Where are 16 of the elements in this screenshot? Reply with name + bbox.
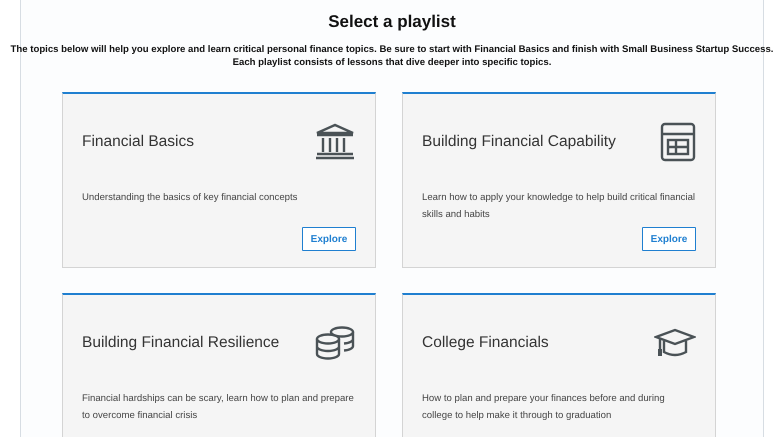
intro-text: The topics below will help you explore and learn critical personal finance topics. Be sure to start with Financial Basics and finish with Small Business Startup Success. Each playlist consists of lessons that dive deeper into specific topics. [10, 43, 774, 69]
calculator-icon [660, 122, 696, 162]
bank-icon [314, 122, 356, 160]
card-description: Learn how to apply your knowledge to help build critical financial skills and habits [422, 191, 696, 222]
graduation-cap-icon [654, 328, 696, 358]
card-title: Building Financial Capability [422, 132, 616, 150]
explore-button[interactable]: Explore [642, 227, 696, 251]
card-title: Building Financial Resilience [82, 334, 280, 352]
coins-icon [314, 324, 356, 360]
card-title: College Financials [422, 334, 549, 352]
explore-button[interactable]: Explore [302, 227, 356, 251]
card-description: Financial hardships can be scary, learn how to plan and prepare to overcome financial crisis [82, 392, 355, 423]
page-title: Select a playlist [327, 12, 457, 32]
card-description: Understanding the basics of key financial concepts [82, 191, 298, 205]
card-description: How to plan and prepare your finances before and during college to help make it through to graduation [422, 392, 666, 423]
card-title: Financial Basics [82, 132, 194, 150]
